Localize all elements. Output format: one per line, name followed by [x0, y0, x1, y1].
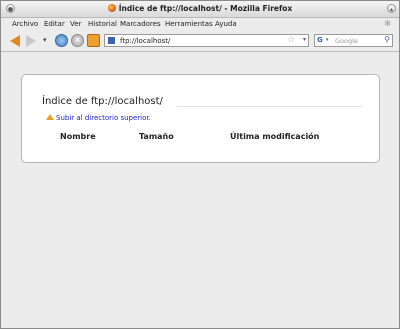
page-content: Índice de ftp://localhost/ Subir al dire… [1, 52, 399, 328]
menu-bar: Archivo Editar Ver Historial Marcadores … [1, 18, 399, 30]
title-divider [177, 106, 362, 107]
back-arrow-icon[interactable] [10, 35, 20, 47]
search-engine-dropdown-icon[interactable]: ▾ [326, 37, 329, 43]
bookmark-star-icon[interactable]: ☆ [287, 35, 295, 45]
throbber-icon: ✻ [384, 19, 391, 28]
reload-icon[interactable] [55, 34, 68, 47]
history-dropdown-icon[interactable]: ▾ [43, 36, 56, 49]
column-header-modified[interactable]: Última modificación [230, 132, 319, 141]
browser-window: ● Índice de ftp://localhost/ - Mozilla F… [0, 0, 400, 329]
menu-historial[interactable]: Historial [88, 20, 117, 28]
page-title: Índice de ftp://localhost/ [42, 96, 163, 107]
search-input[interactable]: Google [335, 37, 358, 45]
stop-icon[interactable]: ✕ [71, 34, 84, 47]
maximize-icon[interactable]: ▴ [387, 4, 396, 13]
up-directory-icon[interactable] [46, 114, 54, 120]
url-dropdown-icon[interactable]: ▾ [303, 36, 306, 43]
menu-editar[interactable]: Editar [44, 20, 65, 28]
forward-arrow-icon[interactable] [26, 35, 36, 47]
url-input[interactable]: ftp://localhost/ [120, 37, 170, 45]
home-icon[interactable] [87, 34, 100, 47]
firefox-icon [107, 4, 116, 12]
site-icon [108, 37, 115, 44]
directory-listing: Índice de ftp://localhost/ Subir al dire… [21, 74, 380, 163]
title-bar[interactable]: ● Índice de ftp://localhost/ - Mozilla F… [1, 1, 399, 18]
google-icon[interactable]: G [317, 36, 323, 44]
menu-herramientas[interactable]: Herramientas [165, 20, 213, 28]
parent-directory-link[interactable]: Subir al directorio superior. [56, 114, 151, 122]
menu-marcadores[interactable]: Marcadores [120, 20, 161, 28]
window-controls: ▴ [385, 4, 396, 13]
column-header-size[interactable]: Tamaño [139, 132, 174, 141]
menu-ayuda[interactable]: Ayuda [215, 20, 237, 28]
search-icon[interactable]: ⚲ [384, 35, 390, 44]
search-bar[interactable]: G ▾ Google ⚲ [314, 34, 393, 47]
menu-archivo[interactable]: Archivo [12, 20, 38, 28]
window-title: Índice de ftp://localhost/ - Mozilla Fir… [1, 4, 399, 13]
menu-ver[interactable]: Ver [70, 20, 81, 28]
column-header-name[interactable]: Nombre [60, 132, 96, 141]
url-bar[interactable]: ftp://localhost/ ☆ ▾ [104, 34, 309, 47]
